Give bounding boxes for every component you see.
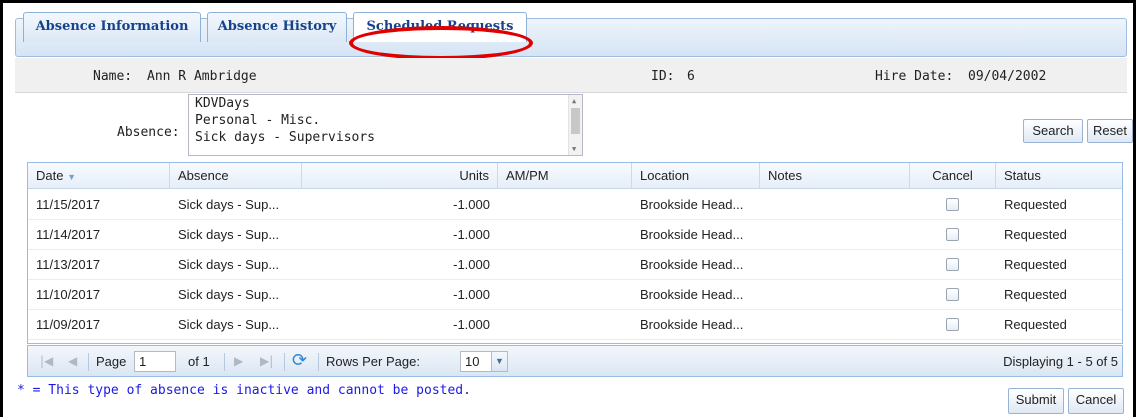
- refresh-icon[interactable]: ⟳: [292, 351, 307, 371]
- table-row[interactable]: 11/14/2017 Sick days - Sup... -1.000 Brooks…: [28, 220, 1122, 250]
- absence-option[interactable]: Sick days - Supervisors: [189, 129, 582, 146]
- hire-date-value: 09/04/2002: [968, 69, 1047, 84]
- tab-absence-information[interactable]: Absence Information: [23, 12, 201, 42]
- cell-location: Brookside Head...: [640, 257, 744, 272]
- column-header-date[interactable]: Date ▼: [28, 163, 170, 189]
- sort-desc-icon: ▼: [67, 172, 77, 182]
- toolbar-separator: [88, 353, 89, 371]
- cell-date: 11/10/2017: [36, 287, 101, 302]
- table-row[interactable]: 11/10/2017 Sick days - Sup... -1.000 Brooks…: [28, 280, 1122, 310]
- cell-absence: Sick days - Sup...: [178, 317, 280, 332]
- cell-location: Brookside Head...: [640, 197, 744, 212]
- rows-per-page-value: 10: [465, 354, 480, 369]
- cell-date: 11/15/2017: [36, 197, 101, 212]
- inactive-footnote: * = This type of absence is inactive and…: [17, 383, 471, 398]
- id-label: ID:: [651, 69, 675, 84]
- toolbar-separator: [284, 353, 285, 371]
- chevron-down-icon[interactable]: ▼: [491, 352, 507, 371]
- table-row[interactable]: 11/13/2017 Sick days - Sup... -1.000 Brooks…: [28, 250, 1122, 280]
- column-header-units[interactable]: Units: [302, 163, 498, 189]
- column-header-absence[interactable]: Absence: [170, 163, 302, 189]
- column-header-ampm[interactable]: AM/PM: [498, 163, 632, 189]
- next-page-icon[interactable]: ▶: [234, 354, 243, 368]
- rows-per-page-select[interactable]: 10 ▼: [460, 351, 508, 372]
- scroll-down-icon[interactable]: ▼: [572, 145, 576, 153]
- cell-units: -1.000: [453, 317, 490, 332]
- cell-location: Brookside Head...: [640, 287, 744, 302]
- cell-status: Requested: [1004, 287, 1067, 302]
- id-value: 6: [687, 69, 695, 84]
- tab-absence-history[interactable]: Absence History: [207, 12, 347, 42]
- column-header-location[interactable]: Location: [632, 163, 760, 189]
- absence-option[interactable]: Personal - Misc.: [189, 112, 582, 129]
- cell-date: 11/14/2017: [36, 227, 101, 242]
- cell-units: -1.000: [453, 197, 490, 212]
- paging-toolbar: |◀ ◀ Page 1 of 1 ▶ ▶| ⟳ Rows Per Page: 1…: [27, 345, 1123, 377]
- cell-status: Requested: [1004, 227, 1067, 242]
- cell-absence: Sick days - Sup...: [178, 257, 280, 272]
- grid-body: 11/15/2017 Sick days - Sup... -1.000 Brooks…: [28, 190, 1122, 340]
- requests-grid: Date ▼ Absence Units AM/PM Location Note…: [27, 162, 1123, 344]
- tab-scheduled-requests[interactable]: Scheduled Requests: [353, 12, 527, 42]
- paging-status: Displaying 1 - 5 of 5: [1003, 354, 1118, 369]
- table-row[interactable]: 11/15/2017 Sick days - Sup... -1.000 Brooks…: [28, 190, 1122, 220]
- cell-location: Brookside Head...: [640, 227, 744, 242]
- cancel-checkbox[interactable]: [946, 258, 959, 271]
- cell-status: Requested: [1004, 197, 1067, 212]
- listbox-scrollbar[interactable]: ▲ ▼: [568, 95, 582, 155]
- cell-date: 11/13/2017: [36, 257, 101, 272]
- name-label: Name:: [93, 69, 133, 84]
- rows-per-page-label: Rows Per Page:: [326, 354, 420, 369]
- absence-listbox[interactable]: KDVDays Personal - Misc. Sick days - Sup…: [188, 94, 583, 156]
- cancel-checkbox[interactable]: [946, 318, 959, 331]
- column-header-notes[interactable]: Notes: [760, 163, 910, 189]
- cell-date: 11/09/2017: [36, 317, 101, 332]
- column-header-label: Date: [36, 168, 64, 183]
- column-header-status[interactable]: Status: [996, 163, 1122, 189]
- search-button[interactable]: Search: [1023, 119, 1083, 143]
- cell-units: -1.000: [453, 227, 490, 242]
- name-value: Ann R Ambridge: [147, 69, 257, 84]
- absence-option[interactable]: KDVDays: [189, 95, 582, 112]
- page-number-input[interactable]: 1: [134, 351, 176, 372]
- reset-button[interactable]: Reset: [1087, 119, 1133, 143]
- cell-location: Brookside Head...: [640, 317, 744, 332]
- cell-absence: Sick days - Sup...: [178, 197, 280, 212]
- app-frame: Absence Information Absence History Sche…: [0, 0, 1136, 417]
- grid-header: Date ▼ Absence Units AM/PM Location Note…: [28, 163, 1122, 189]
- cell-units: -1.000: [453, 287, 490, 302]
- absence-label: Absence:: [117, 125, 180, 140]
- last-page-icon[interactable]: ▶|: [260, 354, 273, 368]
- cancel-button[interactable]: Cancel: [1068, 388, 1124, 414]
- hire-date-label: Hire Date:: [875, 69, 954, 84]
- cell-absence: Sick days - Sup...: [178, 287, 280, 302]
- column-header-cancel[interactable]: Cancel: [910, 163, 996, 189]
- scroll-up-icon[interactable]: ▲: [572, 97, 576, 105]
- cell-status: Requested: [1004, 257, 1067, 272]
- scrollbar-thumb[interactable]: [571, 108, 580, 134]
- toolbar-separator: [224, 353, 225, 371]
- cancel-checkbox[interactable]: [946, 288, 959, 301]
- cell-status: Requested: [1004, 317, 1067, 332]
- first-page-icon[interactable]: |◀: [40, 354, 53, 368]
- page-label: Page: [96, 354, 127, 369]
- page-count-text: of 1: [188, 354, 210, 369]
- cancel-checkbox[interactable]: [946, 228, 959, 241]
- cancel-checkbox[interactable]: [946, 198, 959, 211]
- cell-units: -1.000: [453, 257, 490, 272]
- submit-button[interactable]: Submit: [1008, 388, 1064, 414]
- cell-absence: Sick days - Sup...: [178, 227, 280, 242]
- table-row[interactable]: 11/09/2017 Sick days - Sup... -1.000 Brooks…: [28, 310, 1122, 340]
- toolbar-separator: [318, 353, 319, 371]
- prev-page-icon[interactable]: ◀: [68, 354, 77, 368]
